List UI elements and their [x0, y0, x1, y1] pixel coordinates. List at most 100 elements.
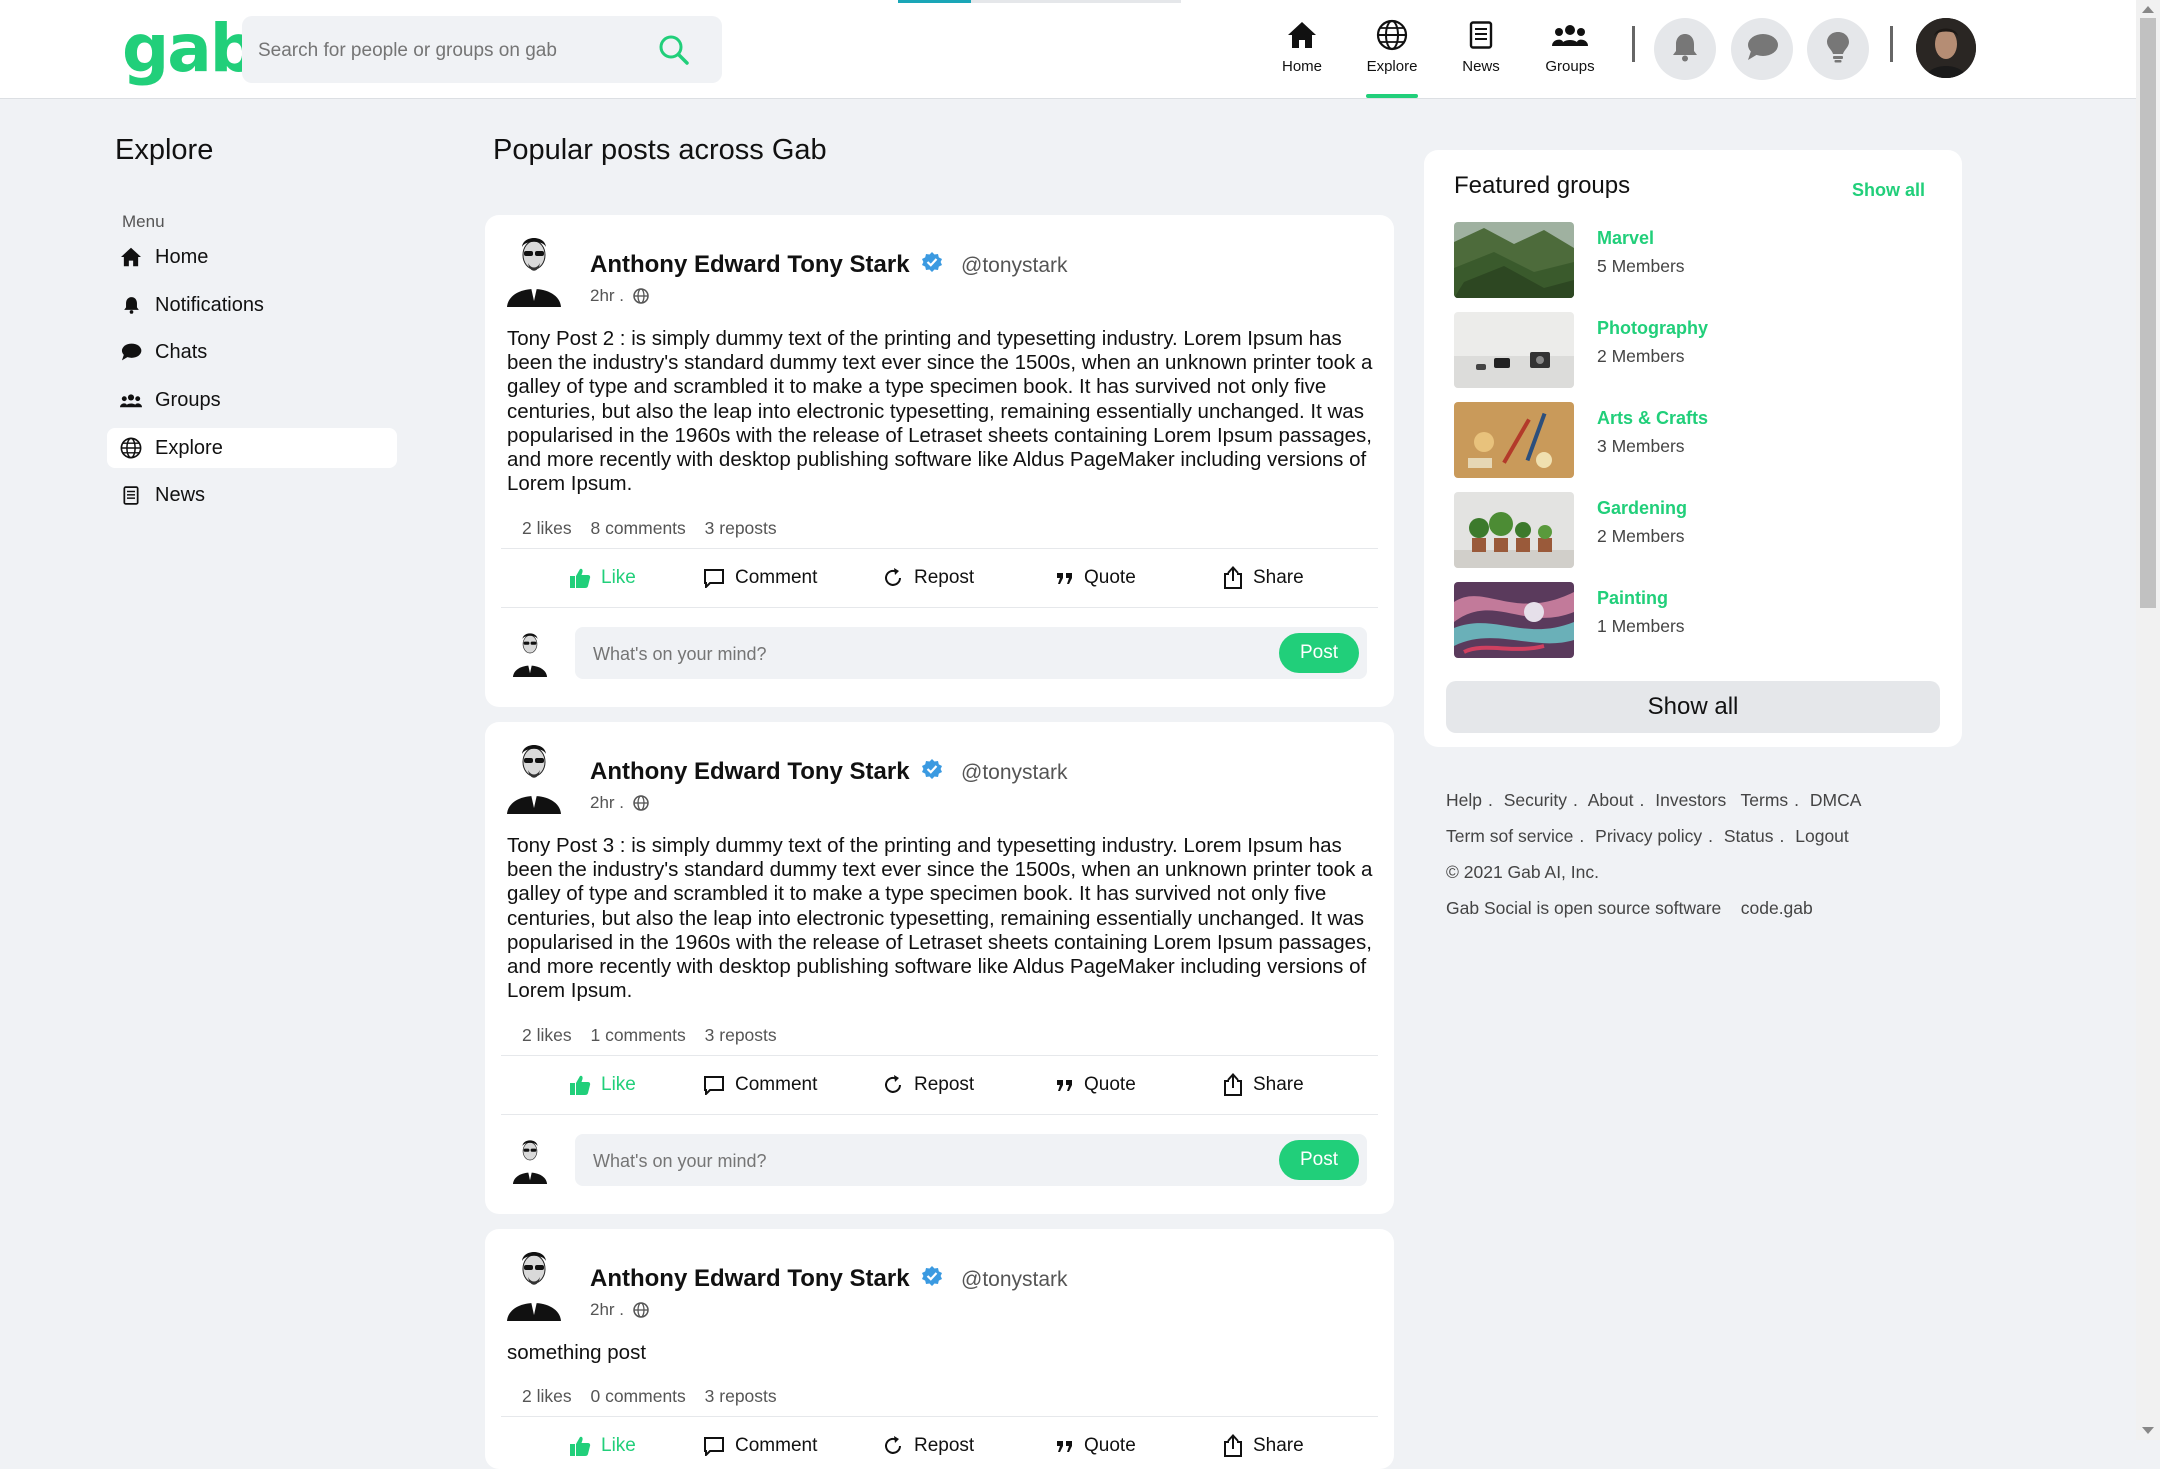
share-button[interactable]: Share: [1223, 1417, 1304, 1469]
sidebar-item-notifications[interactable]: Notifications: [107, 285, 397, 325]
group-item-gardening[interactable]: Gardening 2 Members: [1454, 492, 1924, 568]
author-avatar[interactable]: [503, 231, 565, 307]
notifications-button[interactable]: [1654, 18, 1716, 80]
sidebar-item-label: Explore: [155, 436, 223, 459]
search-input[interactable]: [256, 16, 640, 85]
footer-link-dmca[interactable]: DMCA: [1810, 790, 1862, 810]
comment-icon: [704, 1076, 724, 1095]
post-body: Tony Post 2 : is simply dummy text of th…: [507, 327, 1373, 496]
show-all-link[interactable]: Show all: [1852, 180, 1925, 201]
show-all-button[interactable]: Show all: [1446, 681, 1940, 733]
reposts-count[interactable]: 3 reposts: [705, 1386, 777, 1406]
footer-link-status[interactable]: Status: [1724, 826, 1774, 846]
sidebar-item-chats[interactable]: Chats: [107, 332, 397, 372]
scrollbar-thumb[interactable]: [2140, 18, 2156, 608]
group-item-marvel[interactable]: Marvel 5 Members: [1454, 222, 1924, 298]
share-button[interactable]: Share: [1223, 1056, 1304, 1114]
group-item-arts-crafts[interactable]: Arts & Crafts 3 Members: [1454, 402, 1924, 478]
reply-input[interactable]: [591, 627, 1195, 681]
group-item-photography[interactable]: Photography 2 Members: [1454, 312, 1924, 388]
author-name[interactable]: Anthony Edward Tony Stark: [590, 251, 910, 279]
reposts-count[interactable]: 3 reposts: [705, 1025, 777, 1045]
reply-composer[interactable]: Post: [575, 1134, 1367, 1188]
reply-composer[interactable]: Post: [575, 627, 1367, 681]
comments-count[interactable]: 1 comments: [590, 1025, 685, 1045]
repost-button[interactable]: Repost: [882, 1417, 974, 1469]
search-icon[interactable]: [658, 34, 690, 71]
group-name[interactable]: Painting: [1597, 588, 1668, 609]
post-button[interactable]: Post: [1279, 633, 1359, 673]
likes-count[interactable]: 2 likes: [522, 1386, 572, 1406]
footer-code-link[interactable]: code.gab: [1741, 898, 1813, 918]
scroll-up-arrow[interactable]: [2142, 6, 2154, 13]
nav-groups[interactable]: Groups: [1525, 18, 1615, 75]
like-button[interactable]: Like: [569, 549, 636, 607]
like-button[interactable]: Like: [569, 1417, 636, 1469]
comment-button[interactable]: Comment: [703, 1417, 817, 1469]
reply-input[interactable]: [591, 1134, 1195, 1188]
sidebar-item-home[interactable]: Home: [107, 237, 397, 277]
quote-button[interactable]: Quote: [1056, 1417, 1136, 1469]
footer-link-privacy[interactable]: Privacy policy: [1595, 826, 1702, 846]
lightbulb-icon: [1826, 31, 1850, 68]
author-name[interactable]: Anthony Edward Tony Stark: [590, 758, 910, 786]
page-scrollbar[interactable]: [2136, 0, 2160, 1440]
comment-button[interactable]: Comment: [703, 549, 817, 607]
author-avatar[interactable]: [503, 738, 565, 814]
group-name[interactable]: Gardening: [1597, 498, 1687, 519]
author-avatar[interactable]: [503, 1245, 565, 1321]
sidebar-item-explore[interactable]: Explore: [107, 428, 397, 468]
repost-button[interactable]: Repost: [882, 549, 974, 607]
group-name[interactable]: Photography: [1597, 318, 1708, 339]
likes-count[interactable]: 2 likes: [522, 1025, 572, 1045]
author-name[interactable]: Anthony Edward Tony Stark: [590, 1265, 910, 1293]
group-thumbnail[interactable]: [1454, 402, 1574, 478]
bell-icon: [1671, 32, 1699, 67]
nav-home[interactable]: Home: [1257, 18, 1347, 75]
footer-link-help[interactable]: Help: [1446, 790, 1482, 810]
comments-count[interactable]: 0 comments: [590, 1386, 685, 1406]
footer-link-security[interactable]: Security: [1504, 790, 1567, 810]
post-card: Anthony Edward Tony Stark @tonystark 2hr…: [485, 722, 1394, 1214]
like-button[interactable]: Like: [569, 1056, 636, 1114]
group-thumbnail[interactable]: [1454, 222, 1574, 298]
chats-button[interactable]: [1731, 18, 1793, 80]
share-button[interactable]: Share: [1223, 549, 1304, 607]
search-box[interactable]: [242, 16, 722, 85]
footer-link-logout[interactable]: Logout: [1795, 826, 1849, 846]
group-name[interactable]: Marvel: [1597, 228, 1654, 249]
author-handle[interactable]: @tonystark: [961, 1268, 1068, 1292]
footer-link-terms-of-service[interactable]: Term sof service: [1446, 826, 1573, 846]
comment-button[interactable]: Comment: [703, 1056, 817, 1114]
author-handle[interactable]: @tonystark: [961, 254, 1068, 278]
footer-link-about[interactable]: About: [1588, 790, 1634, 810]
feed-title: Popular posts across Gab: [493, 134, 827, 166]
likes-count[interactable]: 2 likes: [522, 518, 572, 538]
group-thumbnail[interactable]: [1454, 492, 1574, 568]
group-item-painting[interactable]: Painting 1 Members: [1454, 582, 1924, 658]
quote-button[interactable]: Quote: [1056, 549, 1136, 607]
repost-button[interactable]: Repost: [882, 1056, 974, 1114]
footer-link-terms[interactable]: Terms: [1741, 790, 1789, 810]
comments-count[interactable]: 8 comments: [590, 518, 685, 538]
tips-button[interactable]: [1807, 18, 1869, 80]
nav-news[interactable]: News: [1436, 18, 1526, 75]
quote-button[interactable]: Quote: [1056, 1056, 1136, 1114]
reposts-count[interactable]: 3 reposts: [705, 518, 777, 538]
group-thumbnail[interactable]: [1454, 312, 1574, 388]
post-timestamp: 2hr .: [590, 792, 649, 813]
sidebar-item-news[interactable]: News: [107, 475, 397, 515]
sidebar-item-groups[interactable]: Groups: [107, 380, 397, 420]
post-button[interactable]: Post: [1279, 1140, 1359, 1180]
footer-link-investors[interactable]: Investors: [1655, 790, 1726, 810]
author-handle[interactable]: @tonystark: [961, 761, 1068, 785]
verified-icon: [921, 758, 943, 785]
nav-explore[interactable]: Explore: [1347, 18, 1437, 75]
profile-avatar[interactable]: [1916, 18, 1976, 78]
repost-label: Repost: [914, 567, 975, 588]
group-thumbnail[interactable]: [1454, 582, 1574, 658]
scroll-down-arrow[interactable]: [2142, 1427, 2154, 1434]
group-name[interactable]: Arts & Crafts: [1597, 408, 1708, 429]
page-load-progress: [898, 0, 971, 3]
gab-logo[interactable]: gab: [122, 10, 257, 87]
